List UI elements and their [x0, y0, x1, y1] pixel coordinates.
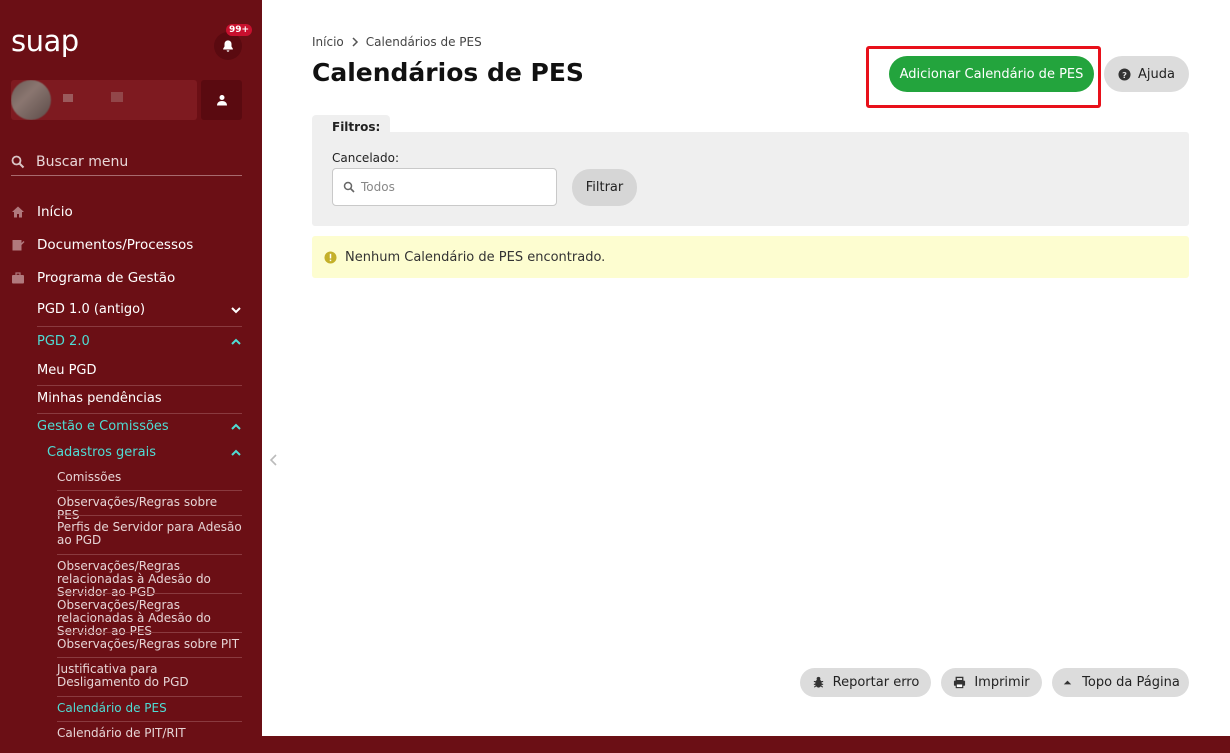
home-icon: [12, 206, 24, 218]
blurred-user-name: [111, 92, 123, 102]
divider: [57, 632, 242, 633]
sidebar-item-label: Documentos/Processos: [37, 237, 194, 253]
divider: [57, 657, 242, 658]
chevron-down-icon: [231, 306, 241, 313]
divider: [57, 554, 242, 555]
sidebar-leaf-regras-pit[interactable]: Observações/Regras sobre PIT: [57, 638, 242, 651]
cancelado-select[interactable]: Todos: [332, 168, 557, 206]
notifications-button[interactable]: [214, 32, 242, 60]
bell-icon: [223, 40, 233, 52]
notifications-badge: 99+: [226, 24, 253, 36]
help-label: Ajuda: [1138, 66, 1175, 82]
help-icon: ?: [1118, 67, 1131, 81]
print-label: Imprimir: [974, 675, 1030, 690]
sidebar-group-label: PGD 1.0 (antigo): [37, 302, 146, 317]
user-icon: [216, 95, 227, 106]
divider: [57, 696, 242, 697]
avatar: [11, 80, 51, 120]
help-button[interactable]: ? Ajuda: [1104, 56, 1189, 92]
search-icon: [11, 155, 25, 168]
documents-icon: [12, 240, 25, 251]
bug-icon: [813, 676, 823, 688]
divider: [37, 385, 242, 386]
report-error-label: Reportar erro: [832, 675, 920, 690]
briefcase-icon: [12, 272, 24, 284]
cancelado-value: Todos: [361, 180, 395, 194]
back-to-top-label: Topo da Página: [1082, 675, 1180, 690]
breadcrumb: Início Calendários de PES: [312, 35, 482, 49]
app-root: suap 99+ Buscar menu Início Documentos/P…: [0, 0, 1230, 753]
bottom-bar: [262, 736, 1230, 753]
chevron-up-icon: [231, 338, 241, 345]
sidebar-leaf-calendario-pes[interactable]: Calendário de PES: [57, 702, 242, 715]
menu-search-input[interactable]: Buscar menu: [11, 148, 242, 176]
sidebar-group-label: PGD 2.0: [37, 334, 90, 349]
empty-results-alert: Nenhum Calendário de PES encontrado.: [312, 236, 1189, 278]
suap-logo[interactable]: suap: [11, 24, 79, 58]
divider: [57, 515, 242, 516]
report-error-button[interactable]: Reportar erro: [800, 668, 931, 697]
chevron-up-icon: [231, 423, 241, 430]
sidebar-item-label: Início: [37, 204, 73, 220]
sidebar-group-pgd1[interactable]: PGD 1.0 (antigo): [37, 302, 242, 317]
menu-search-placeholder: Buscar menu: [36, 153, 129, 170]
sidebar-item-programa-gestao[interactable]: Programa de Gestão: [11, 270, 175, 286]
breadcrumb-current: Calendários de PES: [365, 35, 482, 49]
divider: [57, 721, 242, 722]
search-icon: [343, 181, 355, 193]
page-title: Calendários de PES: [312, 58, 584, 87]
sidebar-item-label: Minhas pendências: [37, 391, 162, 406]
sidebar-item-inicio[interactable]: Início: [11, 204, 73, 220]
cancelado-label: Cancelado:: [332, 151, 400, 165]
breadcrumb-home[interactable]: Início: [312, 35, 344, 49]
sidebar-item-minhas-pendencias[interactable]: Minhas pendências: [37, 391, 242, 406]
sidebar-item-documentos[interactable]: Documentos/Processos: [11, 237, 193, 253]
sidebar-leaf-comissoes[interactable]: Comissões: [57, 471, 242, 484]
sidebar-group-label: Cadastros gerais: [47, 445, 156, 460]
print-button[interactable]: Imprimir: [941, 668, 1042, 697]
blurred-user-name: [63, 94, 73, 102]
sidebar: suap 99+ Buscar menu Início Documentos/P…: [0, 0, 262, 753]
sidebar-group-pgd2[interactable]: PGD 2.0: [37, 334, 242, 349]
divider: [57, 593, 242, 594]
collapse-sidebar-icon[interactable]: [268, 452, 280, 468]
divider: [37, 413, 242, 414]
sidebar-item-label: Meu PGD: [37, 363, 97, 378]
filter-button[interactable]: Filtrar: [572, 169, 637, 206]
sidebar-leaf-regras-pes[interactable]: Observações/Regras sobre PES: [57, 496, 242, 522]
sidebar-leaf-perfis-servidor[interactable]: Perfis de Servidor para Adesão ao PGD: [57, 521, 242, 547]
caret-up-icon: [1063, 680, 1072, 685]
back-to-top-button[interactable]: Topo da Página: [1052, 668, 1189, 697]
sidebar-group-gestao-comissoes[interactable]: Gestão e Comissões: [37, 419, 242, 434]
chevron-up-icon: [231, 449, 241, 456]
user-menu-button[interactable]: [201, 80, 242, 120]
warning-icon: [324, 250, 337, 264]
print-icon: [954, 676, 966, 689]
svg-text:?: ?: [1122, 69, 1127, 79]
sidebar-item-meu-pgd[interactable]: Meu PGD: [37, 363, 242, 378]
sidebar-group-label: Gestão e Comissões: [37, 419, 169, 434]
alert-message: Nenhum Calendário de PES encontrado.: [345, 249, 606, 265]
sidebar-item-label: Programa de Gestão: [37, 270, 176, 286]
sidebar-leaf-justificativa[interactable]: Justificativa para Desligamento do PGD: [57, 663, 242, 689]
user-profile[interactable]: [11, 80, 197, 120]
chevron-right-icon: [352, 37, 358, 47]
highlight-box: [866, 46, 1101, 108]
sidebar-leaf-calendario-pit[interactable]: Calendário de PIT/RIT: [57, 727, 242, 740]
divider: [57, 490, 242, 491]
divider: [37, 326, 242, 327]
sidebar-group-cadastros-gerais[interactable]: Cadastros gerais: [47, 445, 242, 460]
